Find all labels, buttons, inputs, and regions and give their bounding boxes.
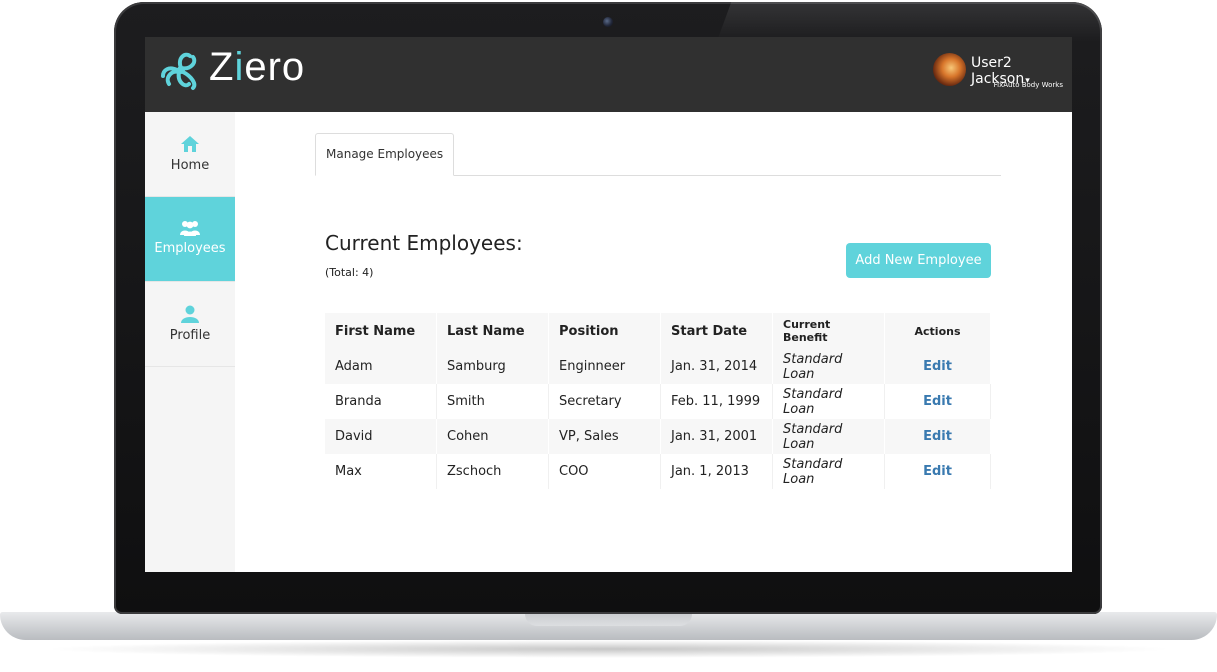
table-header-row: First Name Last Name Position Start Date… [325, 313, 991, 349]
employees-table: First Name Last Name Position Start Date… [325, 313, 991, 489]
cell-start-date: Jan. 31, 2001 [660, 419, 773, 454]
avatar[interactable] [933, 53, 966, 86]
cell-first-name: Branda [325, 384, 437, 419]
cell-position: COO [548, 454, 661, 489]
column-header[interactable]: Position [548, 313, 661, 349]
cell-start-date: Jan. 1, 2013 [660, 454, 773, 489]
edit-link[interactable]: Edit [923, 394, 952, 409]
users-icon [180, 221, 200, 236]
cell-actions: Edit [884, 419, 991, 454]
user-icon [181, 305, 199, 323]
table-row: David Cohen VP, Sales Jan. 31, 2001 Stan… [325, 419, 991, 454]
sidebar: Home Employees Profile [145, 112, 235, 572]
table-row: Max Zschoch COO Jan. 1, 2013 Standard Lo… [325, 454, 991, 489]
sidebar-item-profile[interactable]: Profile [145, 282, 235, 367]
tab-manage-employees[interactable]: Manage Employees [315, 133, 455, 176]
sidebar-item-label: Profile [169, 328, 211, 343]
cell-position: Secretary [548, 384, 661, 419]
cell-position: Enginneer [548, 349, 661, 384]
column-header[interactable]: Start Date [660, 313, 773, 349]
cell-first-name: Max [325, 454, 437, 489]
user-company: FixAuto Body Works [993, 81, 1063, 89]
edit-link[interactable]: Edit [923, 429, 952, 444]
logo-mark-icon [161, 52, 197, 90]
logo-text-accent: i [234, 45, 245, 89]
app-header: Ziero User2 Jackson▾ FixAuto Body Works [145, 37, 1072, 112]
sidebar-item-employees[interactable]: Employees [145, 197, 235, 282]
page-title: Current Employees: [325, 231, 523, 255]
cell-benefit: Standard Loan [772, 419, 885, 454]
edit-link[interactable]: Edit [923, 359, 952, 374]
laptop-base-notch [525, 612, 692, 626]
cell-actions: Edit [884, 384, 991, 419]
sidebar-item-label: Home [170, 158, 210, 173]
cell-benefit: Standard Loan [772, 454, 885, 489]
cell-last-name: Samburg [436, 349, 549, 384]
sidebar-item-label: Employees [154, 241, 226, 256]
add-employee-button[interactable]: Add New Employee [846, 243, 991, 278]
laptop-shadow [40, 640, 1177, 658]
cell-position: VP, Sales [548, 419, 661, 454]
lid-gloss [716, 2, 1102, 42]
employee-total: (Total: 4) [325, 266, 374, 279]
column-header[interactable]: Last Name [436, 313, 549, 349]
cell-first-name: David [325, 419, 437, 454]
tab-bar: Manage Employees [315, 133, 1001, 176]
cell-actions: Edit [884, 349, 991, 384]
laptop-lid: Ziero User2 Jackson▾ FixAuto Body Works … [114, 2, 1102, 614]
home-icon [181, 136, 199, 152]
table-row: Branda Smith Secretary Feb. 11, 1999 Sta… [325, 384, 991, 419]
logo-text-end: ero [244, 45, 306, 89]
sidebar-item-home[interactable]: Home [145, 112, 235, 197]
cell-start-date: Feb. 11, 1999 [660, 384, 773, 419]
edit-link[interactable]: Edit [923, 464, 952, 479]
logo-text-start: Z [209, 45, 235, 89]
cell-last-name: Zschoch [436, 454, 549, 489]
cell-benefit: Standard Loan [772, 384, 885, 419]
column-header[interactable]: First Name [325, 313, 437, 349]
cell-last-name: Smith [436, 384, 549, 419]
table-row: Adam Samburg Enginneer Jan. 31, 2014 Sta… [325, 349, 991, 384]
cell-first-name: Adam [325, 349, 437, 384]
cell-actions: Edit [884, 454, 991, 489]
column-header: Actions [884, 313, 991, 349]
cell-start-date: Jan. 31, 2014 [660, 349, 773, 384]
column-header[interactable]: Current Benefit [772, 313, 885, 349]
logo-text: Ziero [209, 45, 305, 90]
cell-last-name: Cohen [436, 419, 549, 454]
camera-icon [603, 17, 613, 27]
cell-benefit: Standard Loan [772, 349, 885, 384]
screen: Ziero User2 Jackson▾ FixAuto Body Works … [145, 37, 1072, 572]
